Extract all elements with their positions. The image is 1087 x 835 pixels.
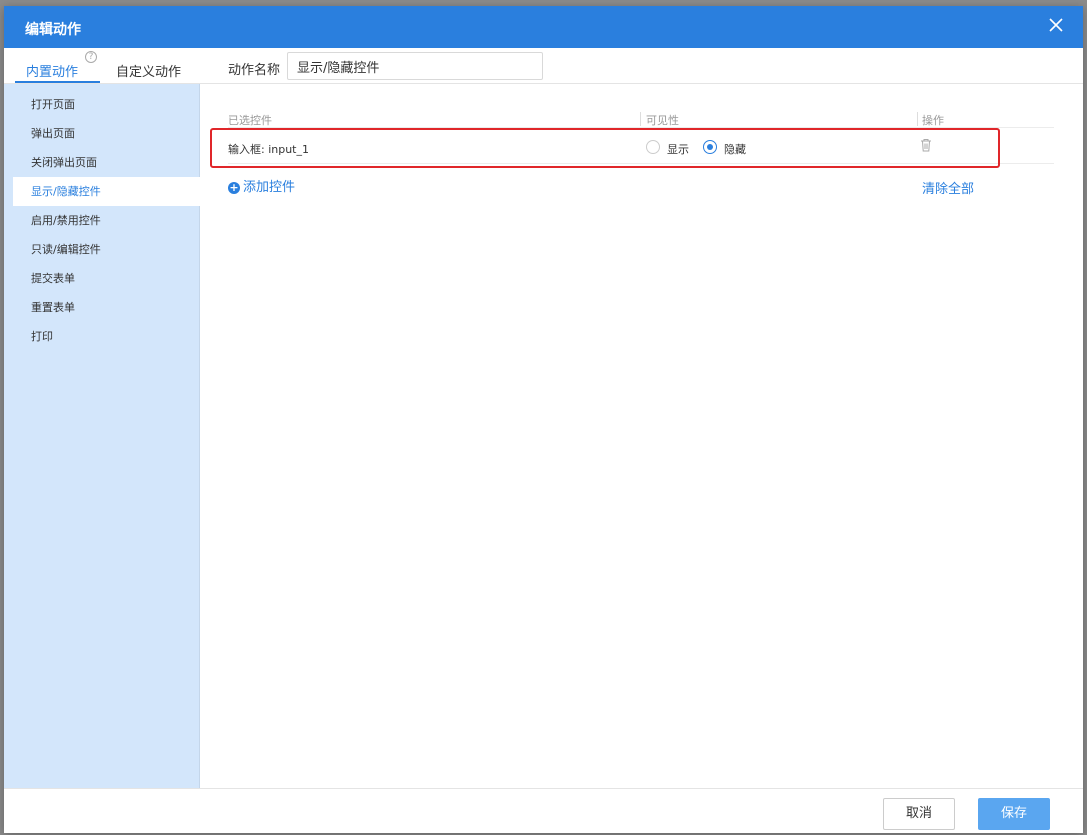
action-name-input[interactable] [287, 52, 543, 80]
menu-item-close-popup[interactable]: 关闭弹出页面 [4, 148, 200, 177]
action-name-label: 动作名称 [228, 63, 281, 78]
menu-item-popup-page[interactable]: 弹出页面 [4, 119, 200, 148]
tab-builtin-actions[interactable]: 内置动作 [26, 61, 78, 80]
menu-item-show-hide-control[interactable]: 显示/隐藏控件 [13, 177, 200, 206]
cancel-button[interactable]: 取消 [883, 798, 955, 830]
save-button[interactable]: 保存 [978, 798, 1050, 830]
dialog-footer: 取消 保存 [4, 788, 1083, 833]
dialog-title: 编辑动作 [25, 22, 81, 38]
menu-item-readonly-edit-control[interactable]: 只读/编辑控件 [4, 235, 200, 264]
menu-item-submit-form[interactable]: 提交表单 [4, 264, 200, 293]
clear-all-link[interactable]: 清除全部 [922, 178, 974, 197]
main-panel: 动作名称 已选控件 可见性 操作 输入框: input_1 显示 隐藏 +添加控… [200, 48, 1083, 788]
dialog-titlebar: 编辑动作 [4, 6, 1083, 48]
add-control-link[interactable]: + 添加控件 [228, 176, 295, 195]
action-name-row: 动作名称 [200, 48, 1083, 84]
tab-custom-actions[interactable]: 自定义动作 [116, 61, 181, 80]
active-tab-underline [15, 81, 100, 83]
header-selected-controls: 已选控件 [228, 114, 272, 127]
column-divider [640, 112, 641, 126]
plus-circle-icon: + [228, 181, 240, 194]
close-icon[interactable] [1047, 16, 1065, 34]
sidebar-tabs: 内置动作 ? 自定义动作 [4, 48, 200, 84]
add-control-label: 添加控件 [243, 180, 296, 195]
edit-action-dialog: 编辑动作 内置动作 ? 自定义动作 打开页面 弹出页面 关闭弹出页面 显示/隐藏… [4, 6, 1083, 833]
menu-item-print[interactable]: 打印 [4, 322, 200, 351]
help-icon[interactable]: ? [85, 51, 97, 63]
column-divider [917, 112, 918, 126]
header-visibility: 可见性 [646, 114, 679, 127]
highlight-box [210, 128, 1000, 168]
header-operation: 操作 [922, 114, 944, 127]
menu-item-reset-form[interactable]: 重置表单 [4, 293, 200, 322]
action-menu: 打开页面 弹出页面 关闭弹出页面 显示/隐藏控件 启用/禁用控件 只读/编辑控件… [4, 90, 200, 351]
table-header: 已选控件 可见性 操作 [228, 112, 1054, 128]
menu-item-enable-disable-control[interactable]: 启用/禁用控件 [4, 206, 200, 235]
menu-item-open-page[interactable]: 打开页面 [4, 90, 200, 119]
sidebar: 内置动作 ? 自定义动作 打开页面 弹出页面 关闭弹出页面 显示/隐藏控件 启用… [4, 48, 200, 788]
